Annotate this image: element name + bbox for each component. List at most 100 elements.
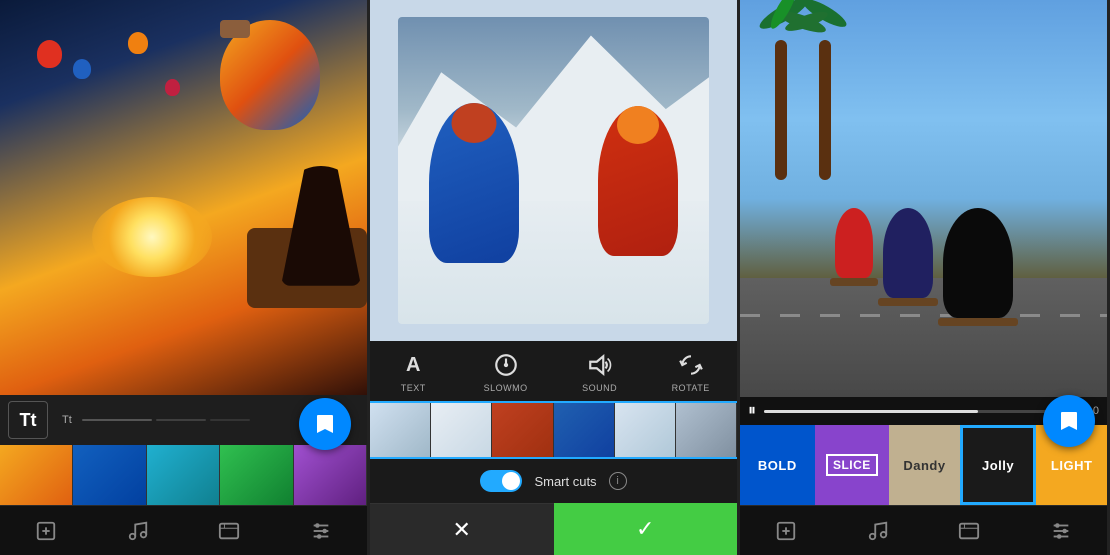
- panel-smart-cuts: A TEXT SLOWMO SOUND ROTATE: [370, 0, 740, 555]
- text-tool-icon[interactable]: Tt: [8, 401, 48, 439]
- plus-square-icon: [35, 520, 57, 542]
- dot-line-1: [82, 419, 152, 421]
- theme-slice-label: SLICE: [826, 454, 878, 476]
- panel-theme-select: ⏸ 1:10 BOLD SLICE Dandy Jolly LIGHT: [740, 0, 1110, 555]
- progress-fill: [764, 410, 978, 413]
- gallery-icon: [218, 520, 240, 542]
- sliders-icon-3: [1050, 520, 1072, 542]
- tool-rotate-label: ROTATE: [672, 383, 710, 393]
- smart-cuts-toggle[interactable]: [480, 470, 522, 492]
- nav3-settings[interactable]: [1050, 520, 1072, 542]
- confirm-button[interactable]: ✓: [554, 503, 738, 555]
- filmstrip-item-1[interactable]: [0, 445, 73, 505]
- info-icon[interactable]: i: [609, 472, 627, 490]
- confirm-icon: ✓: [636, 516, 654, 542]
- nav3-gallery[interactable]: [958, 520, 980, 542]
- filmstrip-item-4[interactable]: [220, 445, 293, 505]
- video-preview-2: [370, 0, 737, 341]
- helmet-2: [617, 106, 659, 144]
- main-balloon: [220, 20, 320, 130]
- small-balloon-4: [165, 79, 180, 96]
- theme-jolly[interactable]: Jolly: [960, 425, 1037, 505]
- palm-trunk-2: [819, 40, 831, 180]
- palm-trunk: [775, 40, 787, 180]
- video-preview-1: [0, 0, 367, 395]
- video-preview-3: [740, 0, 1107, 397]
- filmstrip2-item-2[interactable]: [431, 403, 492, 457]
- panel-text-edit: Tt Tt: [0, 0, 370, 555]
- nav-settings[interactable]: [310, 520, 332, 542]
- filmstrip-item-3[interactable]: [147, 445, 220, 505]
- smart-cuts-row: Smart cuts i: [370, 459, 737, 503]
- nav-music[interactable]: [127, 520, 149, 542]
- smart-cuts-label: Smart cuts: [534, 474, 596, 489]
- skater-2: [883, 208, 933, 298]
- skier-person-2: [598, 106, 678, 256]
- filmstrip2-item-1[interactable]: [370, 403, 431, 457]
- skater-1: [835, 208, 873, 278]
- sun-glow: [92, 197, 212, 277]
- filmstrip2-item-5[interactable]: [615, 403, 676, 457]
- filmstrip-1: [0, 445, 367, 505]
- bookmark-icon-3: [1057, 409, 1081, 433]
- tool-text[interactable]: A TEXT: [397, 349, 429, 393]
- balloon-basket: [220, 20, 250, 38]
- sound-icon: [584, 349, 616, 381]
- toggle-knob: [502, 472, 520, 490]
- filmstrip-item-2[interactable]: [73, 445, 146, 505]
- pause-button[interactable]: ⏸: [748, 402, 756, 420]
- sliders-icon: [310, 520, 332, 542]
- rotate-icon: [675, 349, 707, 381]
- skateboard-1: [830, 278, 878, 286]
- theme-slice[interactable]: SLICE: [815, 425, 890, 505]
- filmstrip2-item-4[interactable]: [554, 403, 615, 457]
- snowboard-scene: [398, 17, 710, 324]
- skateboard-2: [878, 298, 938, 306]
- nav-add-clip[interactable]: [35, 520, 57, 542]
- edit-tools-row: A TEXT SLOWMO SOUND ROTATE: [370, 341, 737, 401]
- cancel-icon: ✕: [453, 517, 471, 543]
- text-tool-label: Tt: [20, 410, 37, 431]
- tool-sound[interactable]: SOUND: [582, 349, 617, 393]
- slowmo-icon: [490, 349, 522, 381]
- skier-person-1: [429, 103, 519, 263]
- tool-rotate[interactable]: ROTATE: [672, 349, 710, 393]
- skateboard-3: [938, 318, 1018, 326]
- plus-square-icon-3: [775, 520, 797, 542]
- palm-tree-2: [795, 0, 855, 180]
- skater-3: [943, 208, 1013, 318]
- balloon-scene: [0, 0, 367, 395]
- theme-light-label: LIGHT: [1051, 458, 1093, 473]
- text-icon: A: [397, 349, 429, 381]
- bottom-nav-3: [740, 505, 1107, 555]
- theme-dandy-label: Dandy: [903, 458, 945, 473]
- action-row: ✕ ✓: [370, 503, 737, 555]
- gallery-icon-3: [958, 520, 980, 542]
- music-icon: [127, 520, 149, 542]
- cancel-button[interactable]: ✕: [370, 503, 554, 555]
- theme-dandy[interactable]: Dandy: [889, 425, 960, 505]
- nav3-music[interactable]: [867, 520, 889, 542]
- dot-line-3: [210, 419, 250, 421]
- filmstrip2-item-6[interactable]: [676, 403, 737, 457]
- theme-bold-label: BOLD: [758, 458, 797, 473]
- helmet-1: [451, 103, 496, 143]
- tool-text-label: TEXT: [401, 383, 426, 393]
- progress-bar[interactable]: [764, 410, 1070, 413]
- dot-line-2: [156, 419, 206, 421]
- small-balloon-2: [73, 59, 91, 79]
- tool-slowmo-label: SLOWMO: [484, 383, 528, 393]
- fab-button-1[interactable]: [299, 398, 351, 450]
- person-silhouette: [281, 166, 361, 286]
- fab-button-3[interactable]: [1043, 395, 1095, 447]
- filmstrip2-item-3[interactable]: [492, 403, 553, 457]
- tool-sound-label: SOUND: [582, 383, 617, 393]
- nav-gallery[interactable]: [218, 520, 240, 542]
- filmstrip-item-5[interactable]: [294, 445, 367, 505]
- tool-slowmo[interactable]: SLOWMO: [484, 349, 528, 393]
- bottom-bar-1: Tt Tt: [0, 395, 367, 555]
- theme-bold[interactable]: BOLD: [740, 425, 815, 505]
- skate-scene: [740, 0, 1107, 397]
- road-center-line: [740, 314, 1107, 317]
- nav3-add-clip[interactable]: [775, 520, 797, 542]
